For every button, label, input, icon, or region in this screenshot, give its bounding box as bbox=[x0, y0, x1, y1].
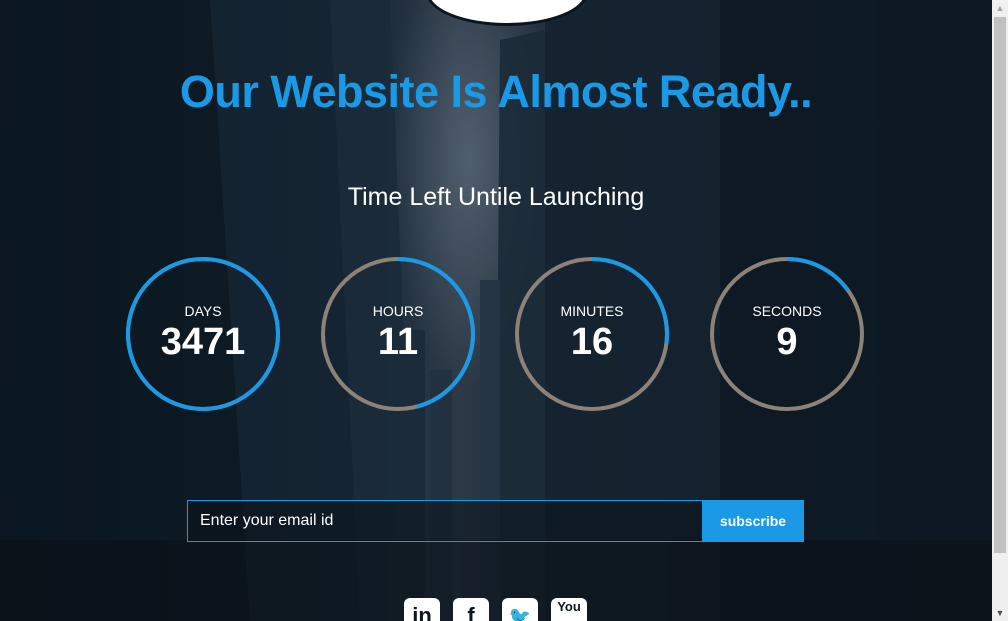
page-title: Our Website Is Almost Ready.. bbox=[179, 66, 813, 117]
countdown-days: DAYS 3471 bbox=[125, 256, 281, 412]
seconds-value: 9 bbox=[776, 321, 798, 363]
countdown-hours: HOURS 11 bbox=[320, 256, 476, 412]
twitter-icon[interactable]: 🐦 bbox=[502, 598, 538, 621]
subscribe-button[interactable]: subscribe bbox=[702, 500, 804, 542]
facebook-icon[interactable]: f bbox=[453, 598, 489, 621]
youtube-icon[interactable]: You bbox=[551, 598, 587, 621]
minutes-label: MINUTES bbox=[560, 303, 624, 319]
countdown-seconds: SECONDS 9 bbox=[709, 256, 865, 412]
scroll-up-arrow-icon[interactable]: ▲ bbox=[992, 0, 1008, 16]
countdown-minutes: MINUTES 16 bbox=[514, 256, 670, 412]
linkedin-icon[interactable]: in bbox=[404, 598, 440, 621]
seconds-label: SECONDS bbox=[752, 303, 822, 319]
days-label: DAYS bbox=[184, 303, 222, 319]
scroll-down-arrow-icon[interactable]: ▼ bbox=[992, 605, 1008, 621]
hours-label: HOURS bbox=[372, 303, 424, 319]
hours-value: 11 bbox=[377, 321, 419, 363]
days-value: 3471 bbox=[160, 321, 246, 363]
email-input[interactable] bbox=[187, 500, 714, 542]
minutes-value: 16 bbox=[570, 321, 614, 363]
countdown-subtitle: Time Left Untile Launching bbox=[347, 183, 645, 211]
vertical-scrollbar[interactable]: ▲ ▼ bbox=[992, 0, 1008, 621]
scrollbar-thumb[interactable] bbox=[994, 17, 1006, 553]
